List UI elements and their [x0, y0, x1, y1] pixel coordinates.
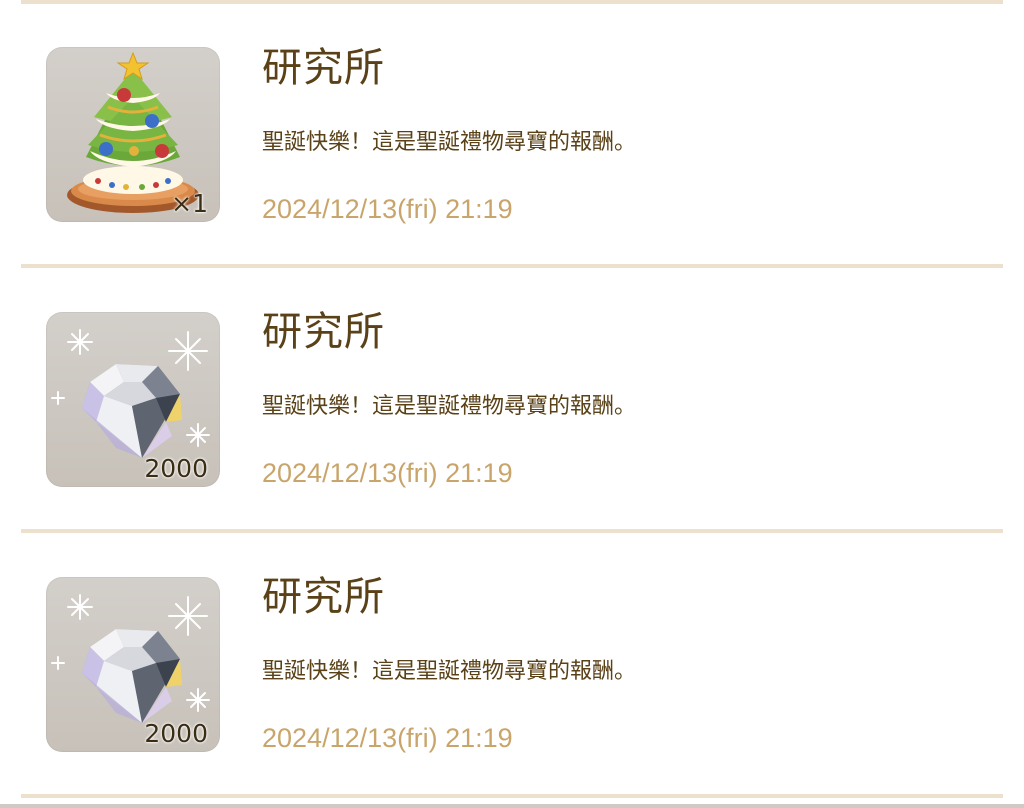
- reward-quantity: 2000: [144, 719, 208, 748]
- timestamp: 2024/12/13(fri) 21:19: [262, 194, 513, 224]
- list-item[interactable]: 2000 研究所 聖誕快樂！這是聖誕禮物尋寶的報酬。 2024/12/13(fr…: [0, 533, 1024, 795]
- timestamp: 2024/12/13(fri) 21:19: [262, 723, 513, 753]
- timestamp: 2024/12/13(fri) 21:19: [262, 458, 513, 488]
- divider: [21, 794, 1003, 798]
- sender-title: 研究所: [262, 45, 385, 91]
- reward-quantity: 2000: [144, 454, 208, 483]
- sender-title: 研究所: [262, 309, 385, 355]
- list-item[interactable]: ×1 研究所 聖誕快樂！這是聖誕禮物尋寶的報酬。 2024/12/13(fri)…: [0, 4, 1024, 266]
- gift-inbox: ×1 研究所 聖誕快樂！這是聖誕禮物尋寶的報酬。 2024/12/13(fri)…: [0, 0, 1024, 808]
- list-item[interactable]: 2000 研究所 聖誕快樂！這是聖誕禮物尋寶的報酬。 2024/12/13(fr…: [0, 268, 1024, 530]
- message-text: 聖誕快樂！這是聖誕禮物尋寶的報酬。: [262, 394, 637, 419]
- sender-title: 研究所: [262, 574, 385, 620]
- message-text: 聖誕快樂！這是聖誕禮物尋寶的報酬。: [262, 130, 637, 155]
- bottom-edge: [0, 804, 1024, 808]
- message-text: 聖誕快樂！這是聖誕禮物尋寶的報酬。: [262, 659, 637, 684]
- reward-quantity: ×1: [171, 189, 208, 218]
- reward-thumbnail[interactable]: 2000: [46, 577, 220, 752]
- reward-thumbnail[interactable]: 2000: [46, 312, 220, 487]
- reward-thumbnail[interactable]: ×1: [46, 47, 220, 222]
